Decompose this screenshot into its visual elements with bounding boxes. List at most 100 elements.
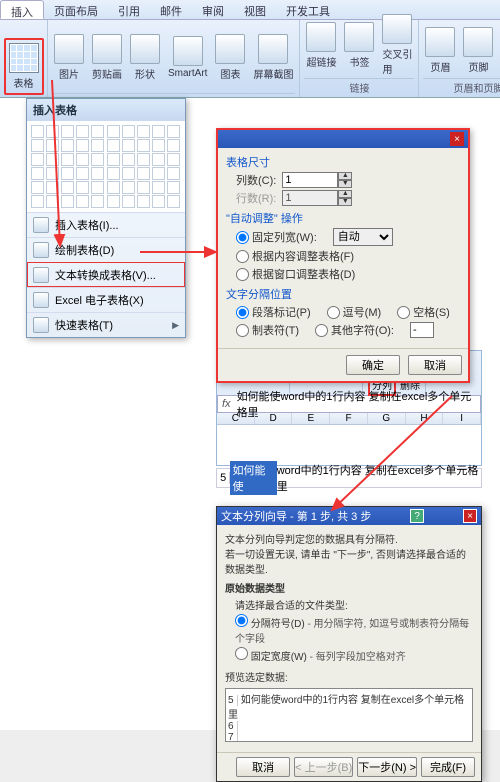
- cols-label: 列数(C):: [236, 172, 276, 188]
- preview-box: 5 如何能使word中的1行内容 复制在excel多个单元格里 6 7 8: [225, 688, 473, 742]
- column-headers: CDEFGHI: [217, 413, 481, 425]
- generic-icon: [258, 34, 288, 64]
- orig-data-label: 原始数据类型: [225, 580, 473, 595]
- table-size-picker[interactable]: [27, 121, 185, 212]
- close-icon[interactable]: ×: [463, 509, 477, 523]
- 超链接-button[interactable]: 超链接: [304, 20, 338, 71]
- cancel-button[interactable]: 取消: [408, 355, 462, 375]
- col-header[interactable]: E: [292, 413, 330, 424]
- ok-button[interactable]: 确定: [346, 355, 400, 375]
- wizard-back-button: < 上一步(B): [294, 757, 353, 777]
- delimited-radio[interactable]: 分隔符号(D): [235, 619, 305, 630]
- size-group-label: 表格尺寸: [226, 154, 460, 170]
- col-header[interactable]: C: [217, 413, 255, 424]
- menu-item[interactable]: 文本转换成表格(V)...: [27, 262, 185, 287]
- col-header[interactable]: G: [368, 413, 406, 424]
- 书签-button[interactable]: 书签: [342, 20, 376, 71]
- generic-icon: [130, 34, 160, 64]
- sep-comma-radio[interactable]: 逗号(M): [327, 304, 382, 320]
- generic-icon: [33, 317, 49, 333]
- generic-icon: [215, 34, 245, 64]
- menu-item[interactable]: 插入表格(I)...: [27, 212, 185, 237]
- rows-input: [282, 190, 338, 206]
- fixed-width-select[interactable]: 自动: [333, 228, 393, 246]
- ribbon-tabs: 插入页面布局引用邮件审阅视图开发工具: [0, 0, 500, 20]
- generic-icon: [463, 27, 493, 57]
- generic-icon: [33, 242, 49, 258]
- formula-bar[interactable]: fx 如何能使word中的1行内容 复制在excel多个单元格里: [217, 395, 481, 413]
- dialog-titlebar: ×: [218, 130, 468, 148]
- 交叉引用-button[interactable]: 交叉引用: [380, 12, 414, 78]
- tab-引用[interactable]: 引用: [108, 0, 150, 19]
- generic-icon: [382, 14, 412, 44]
- cols-spinner[interactable]: ▲▼: [338, 172, 352, 188]
- autofit-content-radio[interactable]: 根据内容调整表格(F): [236, 248, 354, 264]
- insert-table-menu-header: 插入表格: [27, 99, 185, 121]
- chevron-right-icon: ▶: [172, 320, 179, 331]
- selected-cell-row[interactable]: 5 如何能使 word中的1行内容 复制在excel多个单元格里: [216, 468, 482, 488]
- choose-label: 请选择最合适的文件类型:: [235, 597, 473, 612]
- autofit-window-radio[interactable]: 根据窗口调整表格(D): [236, 266, 355, 282]
- table-button[interactable]: 表格: [7, 41, 41, 92]
- worksheet[interactable]: CDEFGHI: [217, 413, 481, 465]
- col-header[interactable]: H: [406, 413, 444, 424]
- fixed-width-radio[interactable]: 固定宽度(W): [235, 652, 307, 663]
- rows-label: 行数(R):: [236, 190, 276, 206]
- sep-group-label: 文字分隔位置: [226, 286, 460, 302]
- text-to-columns-wizard: 文本分列向导 - 第 1 步, 共 3 步 ? × 文本分列向导判定您的数据具有…: [216, 506, 482, 782]
- convert-text-dialog: × 表格尺寸 列数(C): ▲▼ 行数(R): ▲▼: [216, 128, 470, 383]
- col-header[interactable]: I: [443, 413, 481, 424]
- generic-icon: [173, 36, 203, 66]
- tab-页面布局[interactable]: 页面布局: [44, 0, 108, 19]
- sep-tab-radio[interactable]: 制表符(T): [236, 322, 299, 338]
- tab-插入[interactable]: 插入: [0, 0, 44, 19]
- sep-space-radio[interactable]: 空格(S): [397, 304, 450, 320]
- 剪贴画-button[interactable]: 剪贴画: [90, 32, 124, 83]
- tab-审阅[interactable]: 审阅: [192, 0, 234, 19]
- table-button-highlight: 表格: [4, 38, 44, 95]
- table-icon: [9, 43, 39, 73]
- 图表-button[interactable]: 图表: [213, 32, 247, 83]
- generic-icon: [425, 27, 455, 57]
- generic-icon: [344, 22, 374, 52]
- auto-group-label: "自动调整" 操作: [226, 210, 460, 226]
- 图片-button[interactable]: 图片: [52, 32, 86, 83]
- 页脚-button[interactable]: 页脚: [461, 25, 495, 76]
- generic-icon: [33, 217, 49, 233]
- wizard-hint2: 若一切设置无误, 请单击 "下一步", 否则请选择最合适的数据类型.: [225, 546, 473, 576]
- wizard-finish-button[interactable]: 完成(F): [421, 757, 475, 777]
- generic-icon: [33, 267, 49, 283]
- cell-rest-text: word中的1行内容 复制在excel多个单元格里: [277, 462, 481, 494]
- generic-icon: [92, 34, 122, 64]
- fixed-width-radio[interactable]: 固定列宽(W):: [236, 229, 317, 245]
- 屏幕截图-button[interactable]: 屏幕截图: [251, 32, 295, 83]
- ribbon: 表格 图片剪贴画形状SmartArt图表屏幕截图 超链接书签交叉引用链接 页眉页…: [0, 20, 500, 98]
- wizard-title: 文本分列向导 - 第 1 步, 共 3 步: [221, 508, 371, 524]
- col-header[interactable]: F: [330, 413, 368, 424]
- rows-spinner: ▲▼: [338, 190, 352, 206]
- close-icon[interactable]: ×: [450, 132, 464, 146]
- insert-table-menu: 插入表格 插入表格(I)...绘制表格(D)文本转换成表格(V)...Excel…: [26, 98, 186, 338]
- row-number: 5: [217, 472, 230, 484]
- wizard-cancel-button[interactable]: 取消: [236, 757, 290, 777]
- tab-邮件[interactable]: 邮件: [150, 0, 192, 19]
- sep-para-radio[interactable]: 段落标记(P): [236, 304, 311, 320]
- selected-text: 如何能使: [230, 461, 276, 495]
- wizard-next-button[interactable]: 下一步(N) >: [357, 757, 417, 777]
- sep-other-radio[interactable]: 其他字符(O):: [315, 322, 394, 338]
- 页眉-button[interactable]: 页眉: [423, 25, 457, 76]
- menu-item[interactable]: Excel 电子表格(X): [27, 287, 185, 312]
- sep-other-input[interactable]: [410, 322, 434, 338]
- SmartArt-button[interactable]: SmartArt: [166, 34, 209, 81]
- fx-icon: fx: [222, 398, 231, 410]
- menu-item[interactable]: 绘制表格(D): [27, 237, 185, 262]
- help-icon[interactable]: ?: [410, 509, 424, 523]
- 形状-button[interactable]: 形状: [128, 32, 162, 83]
- wizard-hint1: 文本分列向导判定您的数据具有分隔符.: [225, 531, 473, 546]
- wizard-titlebar: 文本分列向导 - 第 1 步, 共 3 步 ? ×: [217, 507, 481, 525]
- cols-input[interactable]: [282, 172, 338, 188]
- generic-icon: [33, 292, 49, 308]
- col-header[interactable]: D: [255, 413, 293, 424]
- tab-视图[interactable]: 视图: [234, 0, 276, 19]
- menu-item[interactable]: 快速表格(T)▶: [27, 312, 185, 337]
